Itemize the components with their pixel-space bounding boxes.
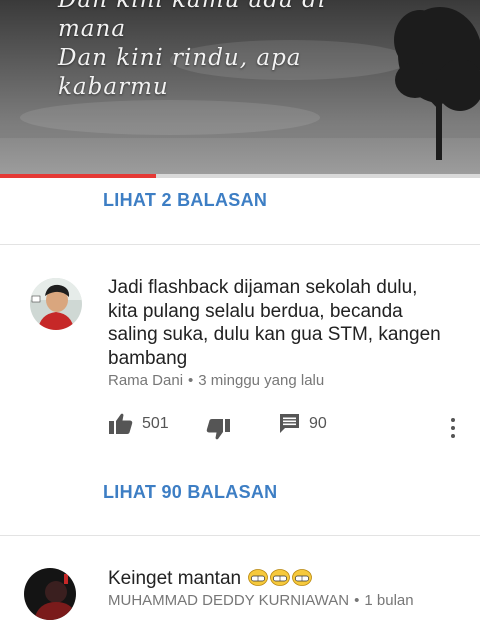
video-player[interactable]: Dan kini kamu ada di mana Dan kini rindu… <box>0 0 480 178</box>
reply-count: 90 <box>309 414 327 432</box>
thumbs-down-icon <box>206 419 230 440</box>
tree-silhouette <box>394 7 480 160</box>
comment-text: Keinget mantan <box>108 568 313 590</box>
comment-author[interactable]: Rama Dani <box>108 372 183 389</box>
meta-separator: • <box>354 592 360 609</box>
comment-text-body: Keinget mantan <box>108 568 242 589</box>
comment-text-line: saling suka, dulu kan gua STM, kangen <box>108 324 441 345</box>
comment-time: 1 bulan <box>364 592 414 609</box>
divider <box>0 244 480 245</box>
grinning-face-icon <box>292 569 313 586</box>
comment-author[interactable]: MUHAMMAD DEDDY KURNIAWAN <box>108 592 349 609</box>
comment-text-line: kita pulang selalu berdua, becanda <box>108 300 403 322</box>
avatar[interactable] <box>30 278 82 330</box>
grinning-face-icon <box>248 569 269 586</box>
reply-comment-icon <box>280 414 299 433</box>
reply-button[interactable]: 90 <box>279 413 327 434</box>
comment-text-line: bambang <box>108 347 188 369</box>
comment-text-line: Jadi flashback dijaman sekolah dulu, <box>108 277 418 298</box>
avatar-person-icon <box>30 278 82 330</box>
comment-meta: MUHAMMAD DEDDY KURNIAWAN • 1 bulan <box>108 592 414 609</box>
like-button[interactable]: 501 <box>109 413 169 435</box>
comment-time: 3 minggu yang lalu <box>198 372 325 389</box>
cloud-shape <box>20 100 320 135</box>
view-replies-button[interactable]: LIHAT 2 BALASAN <box>103 190 267 211</box>
video-progress-fill <box>0 174 156 178</box>
lyrics-line: Dan kini rindu, apa <box>58 45 302 71</box>
comment-meta: Rama Dani • 3 minggu yang lalu <box>108 372 324 389</box>
divider <box>0 535 480 536</box>
video-progress-bar[interactable] <box>0 174 480 178</box>
grinning-face-icon <box>270 569 291 586</box>
more-options-icon[interactable] <box>446 416 460 440</box>
lyrics-line: mana <box>58 16 127 42</box>
avatar[interactable] <box>24 568 76 620</box>
lyrics-line: kabarmu <box>58 74 169 100</box>
meta-separator: • <box>188 372 194 389</box>
like-count: 501 <box>142 415 169 432</box>
comment-text: Jadi flashback dijaman sekolah dulu, kit… <box>108 276 468 370</box>
view-replies-button[interactable]: LIHAT 90 BALASAN <box>103 482 277 503</box>
dislike-button[interactable] <box>206 418 230 440</box>
thumbs-up-icon <box>109 413 133 434</box>
avatar-person-icon <box>24 568 76 620</box>
lyrics-line: Dan kini kamu ada di <box>58 0 327 13</box>
video-lyrics: Dan kini kamu ada di mana Dan kini rindu… <box>58 0 326 102</box>
